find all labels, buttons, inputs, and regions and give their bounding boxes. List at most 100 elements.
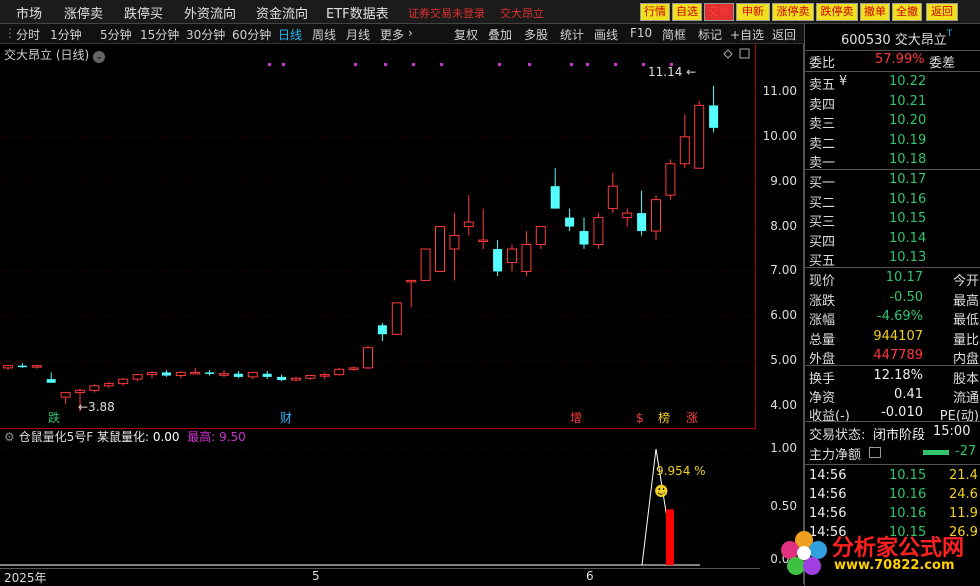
tool-adjust[interactable]: 复权: [454, 26, 478, 43]
ask-row[interactable]: 卖五 10.22 ¥: [809, 74, 979, 93]
signal-dot: [354, 63, 357, 66]
event-marker[interactable]: 财: [280, 411, 292, 425]
signal-dot: [268, 63, 271, 66]
login-warning[interactable]: 证券交易未登录: [408, 5, 485, 21]
menu-limit-up-sell[interactable]: 涨停卖: [64, 3, 103, 22]
event-marker[interactable]: 涨: [686, 410, 698, 425]
watermark-url: www.70822.com: [834, 558, 955, 573]
candle-body: [175, 371, 186, 377]
indicator-svg: [0, 448, 756, 566]
cancel-order-button[interactable]: 撤单: [860, 3, 890, 21]
back-button[interactable]: 返回: [926, 3, 958, 21]
tool-add-watchlist[interactable]: +自选: [730, 26, 764, 43]
menu-capital-flow[interactable]: 资金流向: [256, 3, 308, 22]
tool-overlay[interactable]: 叠加: [488, 26, 512, 43]
cancel-all-button[interactable]: 全撤: [892, 3, 922, 21]
menu-etf-table[interactable]: ETF数据表: [326, 3, 389, 22]
limit-down-sell-button[interactable]: 跌停卖: [816, 3, 858, 21]
date-may: 5: [312, 569, 320, 583]
period-more[interactable]: 更多: [380, 26, 404, 43]
trade-state: 闭市阶段: [873, 428, 926, 443]
candle-body: [262, 373, 272, 377]
stat-value: 0.41: [894, 386, 923, 402]
period-intraday[interactable]: 分时: [16, 26, 40, 43]
candle-body: [219, 373, 229, 376]
candle-body: [3, 365, 13, 369]
tool-stats[interactable]: 统计: [560, 26, 584, 43]
bid-row[interactable]: 买二 10.16: [809, 192, 979, 211]
bid-label: 买三: [809, 215, 836, 230]
candle-body: [406, 279, 417, 283]
candle-body: [319, 374, 330, 377]
event-marker[interactable]: 跌: [48, 410, 60, 425]
square-icon[interactable]: [739, 48, 750, 59]
diamond-icon[interactable]: [723, 49, 733, 59]
candle-body: [118, 378, 129, 385]
ask-row[interactable]: 卖二 10.19: [809, 133, 979, 152]
candle-body: [291, 377, 301, 381]
period-15min[interactable]: 15分钟: [140, 26, 179, 43]
trade-button[interactable]: 交易: [704, 3, 734, 21]
ask-row[interactable]: 卖四 10.21: [809, 94, 979, 113]
candle-body: [463, 221, 474, 228]
period-60min[interactable]: 60分钟: [232, 26, 271, 43]
price-tick: 4.00: [770, 398, 797, 413]
tick-time: 14:56: [809, 506, 847, 521]
bid-row[interactable]: 买四 10.14: [809, 231, 979, 250]
event-marker[interactable]: $: [636, 411, 644, 425]
candle-body: [550, 186, 560, 209]
bid-row[interactable]: 买三 10.15: [809, 211, 979, 230]
stat-label-2: 今开: [952, 274, 979, 289]
chevron-down-icon[interactable]: ⌄: [93, 51, 106, 63]
bid-row[interactable]: 买一 10.17: [809, 172, 979, 191]
stat-value: 944107: [873, 328, 923, 344]
tool-simple-frame[interactable]: 简框: [662, 26, 686, 43]
signal-dot: [412, 63, 415, 66]
menu-limit-down-buy[interactable]: 跌停买: [124, 3, 163, 22]
candlestick-chart[interactable]: 11.14 ← ←3.88 跌 财 增 $ 榜 涨: [0, 44, 756, 428]
bid-label: 买一: [809, 176, 836, 191]
main-flow-value: -27: [955, 444, 977, 459]
tool-multi-stock[interactable]: 多股: [524, 26, 548, 43]
tool-draw[interactable]: 画线: [594, 26, 618, 43]
period-30min[interactable]: 30分钟: [186, 26, 225, 43]
ask-row[interactable]: 卖三 10.20: [809, 113, 979, 132]
chart-header: 交大昂立 (日线) ⌄: [4, 46, 106, 63]
event-marker[interactable]: 榜: [658, 410, 670, 425]
stat-label: 涨幅: [809, 313, 836, 328]
stat-row: 净资 0.41 流通: [809, 387, 979, 406]
price-tick: 9.00: [770, 173, 797, 188]
candle-body: [334, 368, 345, 376]
event-marker[interactable]: 增: [570, 411, 582, 425]
watchlist-button[interactable]: 自选: [672, 3, 702, 21]
ipo-button[interactable]: 申新: [736, 3, 770, 21]
period-weekly[interactable]: 周线: [312, 26, 336, 43]
candle-body: [679, 136, 690, 165]
candle-body: [651, 199, 661, 232]
stock-name: 交大昂立: [894, 33, 947, 48]
signal-dot: [498, 63, 501, 66]
signal-dot: [440, 63, 443, 66]
more-chevron-icon[interactable]: ›: [408, 26, 413, 40]
limit-up-sell-button[interactable]: 涨停卖: [772, 3, 814, 21]
date-axis: 2025年 5 6: [0, 568, 760, 585]
yen-icon[interactable]: ¥: [839, 74, 847, 89]
period-5min[interactable]: 5分钟: [100, 26, 132, 43]
tool-back[interactable]: 返回: [772, 26, 796, 43]
quote-button[interactable]: 行情: [640, 3, 670, 21]
indicator-pane[interactable]: [0, 428, 756, 568]
tick-time: 14:56: [809, 487, 847, 502]
menu-foreign-flow[interactable]: 外资流向: [184, 3, 236, 22]
list-icon[interactable]: [869, 447, 881, 458]
ask-label: 卖三: [809, 117, 836, 132]
period-daily[interactable]: 日线: [278, 26, 302, 43]
candle-body: [205, 372, 215, 374]
tool-f10[interactable]: F10: [630, 26, 652, 40]
period-monthly[interactable]: 月线: [346, 26, 370, 43]
period-1min[interactable]: 1分钟: [50, 26, 82, 43]
stat-row: 总量 944107 量比: [809, 329, 979, 348]
tool-mark[interactable]: 标记: [698, 26, 722, 43]
menu-market[interactable]: 市场: [16, 3, 42, 22]
signal-dot: [586, 63, 589, 66]
weicha-label: 委差: [928, 56, 955, 71]
